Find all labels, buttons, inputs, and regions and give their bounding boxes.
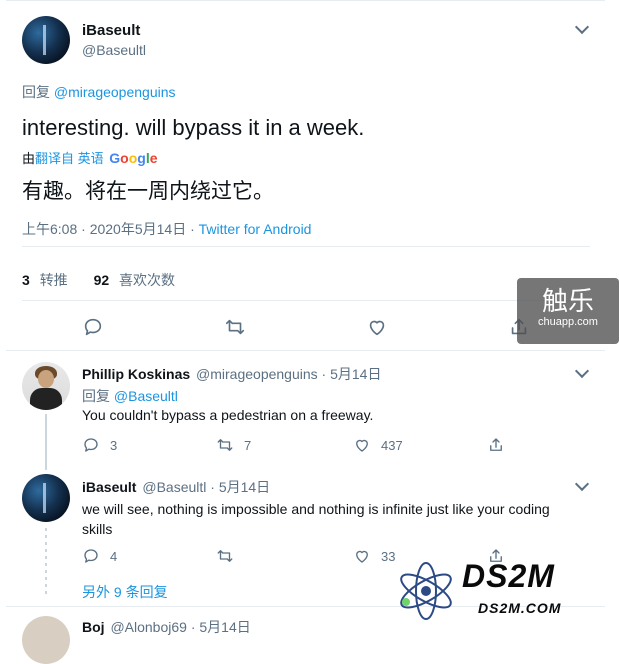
- reply-header: iBaseult @Baseultl · 5月14日: [82, 477, 270, 497]
- tweet-text: interesting. will bypass it in a week.: [22, 115, 365, 140]
- avatar[interactable]: [22, 16, 70, 64]
- divider: [22, 246, 590, 247]
- chevron-down-icon[interactable]: [574, 363, 590, 379]
- translate-from-link[interactable]: 翻译自 英语: [35, 151, 104, 166]
- reply-mention-link[interactable]: @Baseultl: [114, 388, 178, 404]
- tweet-text-line: skills: [82, 521, 113, 537]
- timestamp[interactable]: 上午6:08 · 2020年5月14日 ·: [22, 221, 195, 237]
- watermark-title: 触乐: [541, 286, 594, 316]
- avatar[interactable]: [22, 362, 70, 410]
- chuapp-watermark: 触乐 chuapp.com: [517, 278, 619, 344]
- reply-icon: [84, 549, 98, 563]
- tweet-text: we will see, nothing is impossible and n…: [82, 499, 602, 539]
- translate-by-label: 由: [22, 151, 36, 166]
- reply-label: 回复: [82, 388, 110, 404]
- divider: [22, 300, 590, 301]
- retweet-label: 转推: [39, 272, 68, 288]
- tweet-meta: 上午6:08 · 2020年5月14日 · Twitter for Androi…: [22, 219, 311, 239]
- tweet-text-line: we will see, nothing is impossible and n…: [82, 501, 550, 517]
- chevron-down-icon[interactable]: [574, 19, 590, 35]
- share-button[interactable]: [487, 436, 505, 454]
- watermark-domain: DS2M.COM: [478, 600, 562, 616]
- handle[interactable]: @Baseultl: [82, 42, 146, 58]
- retweet-count: 7: [244, 437, 252, 453]
- handle-and-date[interactable]: @Alonboj69 · 5月14日: [110, 619, 250, 635]
- retweet-button[interactable]: [216, 547, 244, 565]
- reply-context: 回复 @mirageopenguins: [22, 82, 176, 102]
- reply-mention-link[interactable]: @mirageopenguins: [54, 84, 176, 100]
- reply-count: 3: [110, 437, 118, 453]
- retweet-icon: [217, 439, 233, 451]
- ds2m-watermark: DS2M DS2M.COM: [382, 558, 612, 624]
- atom-logo-icon: [400, 562, 452, 620]
- reply-icon: [84, 438, 98, 452]
- reply-button[interactable]: [82, 316, 104, 338]
- heart-icon: [356, 550, 368, 563]
- show-more-replies-link[interactable]: 另外 9 条回复: [82, 582, 168, 602]
- engagement-stats: 3 转推 92 喜欢次数: [22, 270, 175, 290]
- display-name[interactable]: Boj: [82, 619, 105, 635]
- reply-icon: [84, 318, 102, 336]
- watermark-brand: DS2M: [462, 558, 555, 594]
- display-name[interactable]: Phillip Koskinas: [82, 366, 190, 382]
- retweet-icon: [217, 550, 233, 562]
- share-icon: [490, 438, 502, 451]
- avatar[interactable]: [22, 616, 70, 664]
- google-logo: Google: [109, 150, 158, 166]
- reply-button[interactable]: 4: [82, 547, 117, 565]
- translation-attribution: 由翻译自 英语 Google: [22, 148, 158, 167]
- divider: [6, 350, 605, 351]
- source-link[interactable]: Twitter for Android: [199, 221, 312, 237]
- reply-context: 回复 @Baseultl: [82, 386, 178, 406]
- display-name[interactable]: iBaseult: [82, 22, 140, 39]
- reply-label: 回复: [22, 84, 50, 100]
- like-label: 喜欢次数: [119, 272, 176, 288]
- like-count: 437: [381, 437, 403, 453]
- like-button[interactable]: 437: [353, 436, 403, 454]
- thread-line: [45, 414, 47, 470]
- like-count: 92: [93, 272, 110, 288]
- retweet-button[interactable]: [224, 316, 246, 338]
- reply-count: 4: [110, 548, 118, 564]
- handle-and-date[interactable]: @Baseultl · 5月14日: [142, 479, 270, 495]
- retweet-button[interactable]: 7: [216, 436, 251, 454]
- retweet-count: 3: [22, 272, 30, 288]
- retweets-stat[interactable]: 3 转推: [22, 272, 72, 288]
- handle-and-date[interactable]: @mirageopenguins · 5月14日: [196, 366, 381, 382]
- likes-stat[interactable]: 92 喜欢次数: [94, 272, 175, 288]
- chevron-down-icon[interactable]: [574, 476, 590, 492]
- top-divider: [6, 0, 605, 1]
- thread-line-dotted: [45, 528, 47, 598]
- display-name[interactable]: iBaseult: [82, 479, 136, 495]
- reply-header: Boj @Alonboj69 · 5月14日: [82, 617, 251, 637]
- like-button[interactable]: [366, 316, 388, 338]
- retweet-icon: [225, 319, 245, 335]
- watermark-subtitle: chuapp.com: [538, 316, 598, 328]
- heart-icon: [356, 439, 368, 452]
- translated-text: 有趣。将在一周内绕过它。: [22, 180, 274, 203]
- heart-icon: [369, 320, 385, 336]
- reply-header: Phillip Koskinas @mirageopenguins · 5月14…: [82, 364, 381, 384]
- reply-button[interactable]: 3: [82, 436, 117, 454]
- avatar[interactable]: [22, 474, 70, 522]
- tweet-text: You couldn't bypass a pedestrian on a fr…: [82, 407, 374, 423]
